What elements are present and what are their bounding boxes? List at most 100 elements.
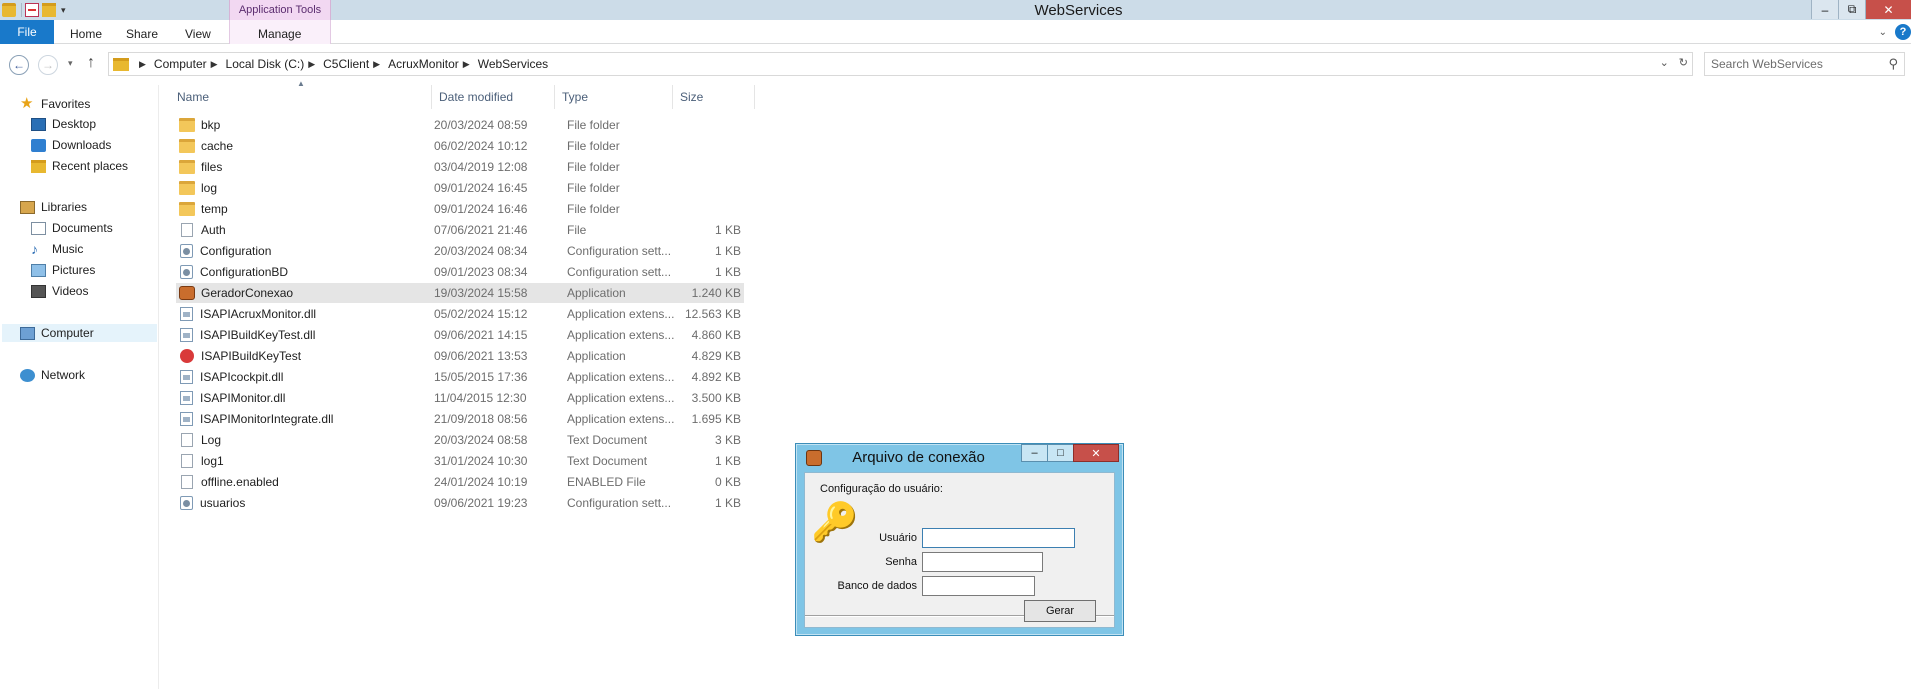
minimize-button[interactable]: ‒ [1811,0,1838,19]
sidebar-item-libraries[interactable]: Libraries [20,198,87,216]
banco-de-dados-field[interactable] [922,576,1035,596]
sidebar-item-favorites[interactable]: ★ Favorites [20,95,90,113]
file-row[interactable]: ConfigurationBD 09/01/2023 08:34 Configu… [176,262,744,282]
file-type: ENABLED File [567,475,646,489]
breadcrumb: ▶ Computer ▶ Local Disk (C:) ▶ C5Client … [135,57,548,71]
tab-manage[interactable]: Manage [258,24,301,44]
sidebar-item-music[interactable]: ♪ Music [31,240,83,258]
file-row[interactable]: log 09/01/2024 16:45 File folder [176,178,744,198]
recent-locations-icon[interactable]: ▾ [68,58,73,69]
dialog-maximize-button[interactable]: □ [1047,444,1074,462]
file-type: File folder [567,160,620,174]
close-button[interactable]: ✕ [1865,0,1911,19]
sidebar-item-downloads[interactable]: Downloads [31,136,111,154]
crumb-separator-icon[interactable]: ▶ [463,59,470,70]
file-row[interactable]: log1 31/01/2024 10:30 Text Document 1 KB [176,451,744,471]
window-controls: ‒ ⧉ ✕ [1811,0,1911,19]
search-input[interactable]: Search WebServices ⚲ [1704,52,1905,76]
usuario-field[interactable] [922,528,1075,548]
gerar-button[interactable]: Gerar [1024,600,1096,622]
dll-file-icon [180,370,193,384]
file-row[interactable]: files 03/04/2019 12:08 File folder [176,157,744,177]
file-row[interactable]: ISAPIBuildKeyTest.dll 09/06/2021 14:15 A… [176,325,744,345]
file-row[interactable]: ISAPIAcruxMonitor.dll 05/02/2024 15:12 A… [176,304,744,324]
dialog-minimize-button[interactable]: ‒ [1021,444,1048,462]
sidebar-item-label: Downloads [52,138,112,152]
crumb-separator-icon[interactable]: ▶ [139,59,146,70]
tab-home[interactable]: Home [70,24,102,44]
file-name: ISAPIBuildKeyTest.dll [200,328,316,342]
search-icon[interactable]: ⚲ [1888,56,1898,72]
file-name: Log [201,433,222,447]
dialog-title-bar[interactable]: Arquivo de conexão ‒ □ ✕ [796,444,1123,468]
file-row[interactable]: offline.enabled 24/01/2024 10:19 ENABLED… [176,472,744,492]
sidebar-item-videos[interactable]: Videos [31,282,88,300]
crumb-acruxmonitor[interactable]: AcruxMonitor [388,57,459,71]
file-size: 1.240 KB [691,286,741,300]
file-row[interactable]: ISAPIcockpit.dll 15/05/2015 17:36 Applic… [176,367,744,387]
usuario-label: Usuário [879,532,917,544]
sidebar-item-pictures[interactable]: Pictures [31,261,95,279]
expand-ribbon-icon[interactable]: ⌄ [1879,27,1887,38]
crumb-separator-icon[interactable]: ▶ [211,59,218,70]
forward-button[interactable]: → [38,55,58,75]
file-name-cell: usuarios [176,496,436,510]
tab-share[interactable]: Share [126,24,158,44]
file-name-cell: files [176,160,436,174]
sidebar-item-label: Desktop [52,117,97,131]
sidebar-item-recent-places[interactable]: Recent places [31,157,128,175]
column-header-size[interactable]: Size [673,85,755,109]
dialog-close-button[interactable]: ✕ [1073,444,1119,462]
music-icon: ♪ [31,241,38,257]
file-date: 05/02/2024 15:12 [434,307,528,321]
application-icon [180,349,194,363]
sidebar-item-documents[interactable]: Documents [31,219,113,237]
sidebar-item-desktop[interactable]: Desktop [31,115,96,133]
file-name: log [201,181,218,195]
file-row[interactable]: Auth 07/06/2021 21:46 File 1 KB [176,220,744,240]
crumb-webservices[interactable]: WebServices [478,57,548,71]
file-type: File folder [567,139,620,153]
address-history-icon[interactable]: ⌄ [1660,56,1669,69]
file-row-selected[interactable]: GeradorConexao 19/03/2024 15:58 Applicat… [176,283,744,303]
file-name-cell: ISAPIBuildKeyTest [176,349,436,363]
back-button[interactable]: ← [9,55,29,75]
crumb-local-disk[interactable]: Local Disk (C:) [226,57,305,71]
config-file-icon [180,265,193,279]
file-size: 12.563 KB [684,307,741,321]
address-bar-controls: ⌄ ↻ [1660,56,1688,69]
file-row[interactable]: Log 20/03/2024 08:58 Text Document 3 KB [176,430,744,450]
up-button[interactable]: ↑ [87,54,95,72]
file-row[interactable]: temp 09/01/2024 16:46 File folder [176,199,744,219]
column-header-type[interactable]: Type [555,85,673,109]
sidebar-item-network[interactable]: Network [20,366,85,384]
file-name-cell: ConfigurationBD [176,265,436,279]
crumb-separator-icon[interactable]: ▶ [308,59,315,70]
file-row[interactable]: bkp 20/03/2024 08:59 File folder [176,115,744,135]
file-row[interactable]: usuarios 09/06/2021 19:23 Configuration … [176,493,744,513]
file-row[interactable]: ISAPIMonitorIntegrate.dll 21/09/2018 08:… [176,409,744,429]
senha-field[interactable] [922,552,1043,572]
crumb-c5client[interactable]: C5Client [323,57,369,71]
sidebar-item-computer[interactable]: Computer [2,324,157,342]
file-row[interactable]: ISAPIMonitor.dll 11/04/2015 12:30 Applic… [176,388,744,408]
file-row[interactable]: ISAPIBuildKeyTest 09/06/2021 13:53 Appli… [176,346,744,366]
dll-file-icon [180,391,193,405]
help-icon[interactable]: ? [1895,24,1911,40]
tab-view[interactable]: View [185,24,211,44]
crumb-computer[interactable]: Computer [154,57,207,71]
column-header-name[interactable]: Name [170,85,432,109]
tab-file[interactable]: File [0,20,54,44]
address-bar[interactable]: ▶ Computer ▶ Local Disk (C:) ▶ C5Client … [108,52,1693,76]
file-size: 0 KB [714,475,741,489]
app-icon [806,450,822,466]
restore-button[interactable]: ⧉ [1838,0,1865,19]
crumb-separator-icon[interactable]: ▶ [373,59,380,70]
file-row[interactable]: cache 06/02/2024 10:12 File folder [176,136,744,156]
column-header-date-modified[interactable]: Date modified [432,85,555,109]
config-file-icon [180,244,193,258]
file-type: Application [567,349,626,363]
navigation-pane: ★ Favorites Desktop Downloads Recent pla… [0,85,159,689]
refresh-icon[interactable]: ↻ [1679,56,1688,69]
file-row[interactable]: Configuration 20/03/2024 08:34 Configura… [176,241,744,261]
